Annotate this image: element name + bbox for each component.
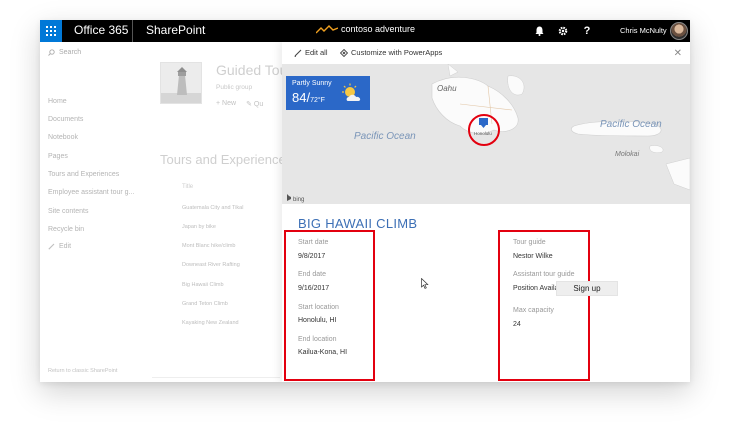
nav-edit-link[interactable]: Edit	[48, 243, 71, 250]
waffle-icon	[46, 26, 56, 36]
brand-logo-text: contoso adventure	[341, 24, 416, 34]
item-details-panel: Edit all Customize with PowerApps ✕ Oahu…	[282, 42, 690, 382]
map-label-ocean-2: Pacific Ocean	[600, 119, 662, 130]
brand-logo: contoso adventure	[316, 24, 415, 34]
map-label-ocean-1: Pacific Ocean	[354, 131, 416, 142]
end-date-value: 9/16/2017	[298, 285, 330, 292]
help-button[interactable]: ?	[576, 20, 598, 42]
suite-divider	[132, 20, 133, 42]
nav-item-notebook[interactable]: Notebook	[48, 134, 78, 141]
settings-button[interactable]	[552, 20, 574, 42]
pencil-icon	[294, 49, 302, 57]
map-label-molokai: Molokai	[615, 151, 640, 158]
customize-label: Customize with PowerApps	[351, 48, 443, 57]
avatar[interactable]	[670, 22, 688, 40]
list-item[interactable]: Guatemala City and Tikal	[182, 205, 243, 211]
quick-edit-button[interactable]: ✎ Qu	[246, 100, 263, 108]
nav-item-employee-assistant[interactable]: Employee assistant tour g...	[48, 189, 134, 196]
nav-item-home[interactable]: Home	[48, 98, 67, 105]
customize-powerapps-button[interactable]: Customize with PowerApps	[340, 48, 442, 57]
site-title: Guided Tou	[216, 62, 288, 78]
nav-item-documents[interactable]: Documents	[48, 116, 83, 123]
pencil-icon	[48, 243, 55, 250]
end-date-label: End date	[298, 271, 327, 278]
lighthouse-image	[161, 63, 201, 103]
end-location-value: Kailua-Kona, HI	[298, 349, 348, 356]
list-item[interactable]: Mont Blanc hike/climb	[182, 243, 236, 249]
close-icon[interactable]: ✕	[674, 48, 682, 59]
command-bar: + New ✎ Qu	[216, 100, 263, 108]
list-item[interactable]: Japan by bike	[182, 224, 216, 230]
max-capacity-value: 24	[513, 321, 521, 328]
nav-edit-label: Edit	[59, 243, 72, 250]
bing-label: bing	[293, 197, 304, 203]
search-box[interactable]: Search	[48, 49, 81, 56]
powerapps-icon	[340, 48, 348, 57]
user-name[interactable]: Chris McNulty	[620, 26, 667, 35]
partly-sunny-icon	[342, 83, 361, 101]
list-footer-divider	[152, 377, 280, 378]
weather-temp-high: 84/	[292, 90, 311, 105]
tour-guide-value: Nestor Wilke	[513, 253, 553, 260]
site-subtitle: Public group	[216, 84, 253, 91]
edit-all-button[interactable]: Edit all	[294, 48, 328, 57]
panel-command-bar: Edit all Customize with PowerApps ✕	[282, 42, 690, 64]
list-item[interactable]: Downeast River Rafting	[182, 262, 240, 268]
nav-item-site-contents[interactable]: Site contents	[48, 208, 88, 215]
trip-title: BIG HAWAII CLIMB	[298, 216, 418, 231]
nav-item-pages[interactable]: Pages	[48, 153, 68, 160]
weather-temp-low: 72°F	[310, 97, 325, 104]
end-location-label: End location	[298, 336, 337, 343]
app-launcher-button[interactable]	[40, 20, 62, 42]
start-date-label: Start date	[298, 239, 329, 246]
edit-all-label: Edit all	[305, 48, 328, 57]
start-location-label: Start location	[298, 304, 339, 311]
new-button[interactable]: + New	[216, 100, 236, 108]
bell-icon	[535, 26, 543, 36]
sign-up-button[interactable]: Sign up	[556, 281, 618, 296]
help-icon: ?	[583, 25, 591, 37]
search-icon	[48, 49, 55, 56]
mouse-cursor-icon	[421, 278, 429, 289]
list-item[interactable]: Grand Teton Climb	[182, 301, 228, 307]
search-placeholder: Search	[59, 49, 82, 56]
map-view[interactable]: Oahu Pacific Ocean Pacific Ocean Molokai…	[282, 64, 690, 204]
app-name[interactable]: Office 365	[74, 23, 128, 37]
map-label-honolulu: Honolulu	[474, 131, 492, 136]
site-name[interactable]: SharePoint	[146, 23, 205, 37]
weather-tile: Partly Sunny 84/72°F	[286, 76, 370, 110]
new-label: New	[222, 100, 237, 107]
sharepoint-window: Office 365 SharePoint contoso adventure …	[40, 20, 690, 382]
start-location-value: Honolulu, HI	[298, 317, 337, 324]
quick-edit-label: Qu	[253, 101, 264, 108]
left-navigation: Search Home Documents Notebook Pages Tou…	[40, 42, 152, 382]
gear-icon	[558, 26, 568, 36]
site-page-background: Guided Tou Public group + New ✎ Qu Tours…	[152, 42, 287, 382]
site-logo	[160, 62, 202, 104]
suite-bar: Office 365 SharePoint contoso adventure …	[40, 20, 690, 42]
weather-condition: Partly Sunny	[292, 80, 332, 87]
max-capacity-label: Max capacity	[513, 307, 554, 314]
list-item[interactable]: Kayaking New Zealand	[182, 320, 239, 326]
nav-item-recycle-bin[interactable]: Recycle bin	[48, 226, 84, 233]
notifications-button[interactable]	[528, 20, 550, 42]
start-date-value: 9/8/2017	[298, 253, 326, 260]
list-item[interactable]: Big Hawaii Climb	[182, 282, 224, 288]
weather-temperature: 84/72°F	[292, 90, 325, 105]
map-label-oahu: Oahu	[437, 84, 457, 93]
list-title: Tours and Experience	[160, 152, 286, 167]
return-classic-link[interactable]: Return to classic SharePoint	[48, 368, 117, 374]
nav-item-tours[interactable]: Tours and Experiences	[48, 171, 119, 178]
list-column-header-title[interactable]: Title	[182, 184, 193, 190]
mountain-logo-icon	[316, 24, 338, 33]
assistant-guide-label: Assistant tour guide	[513, 271, 575, 278]
tour-guide-label: Tour guide	[513, 239, 546, 246]
